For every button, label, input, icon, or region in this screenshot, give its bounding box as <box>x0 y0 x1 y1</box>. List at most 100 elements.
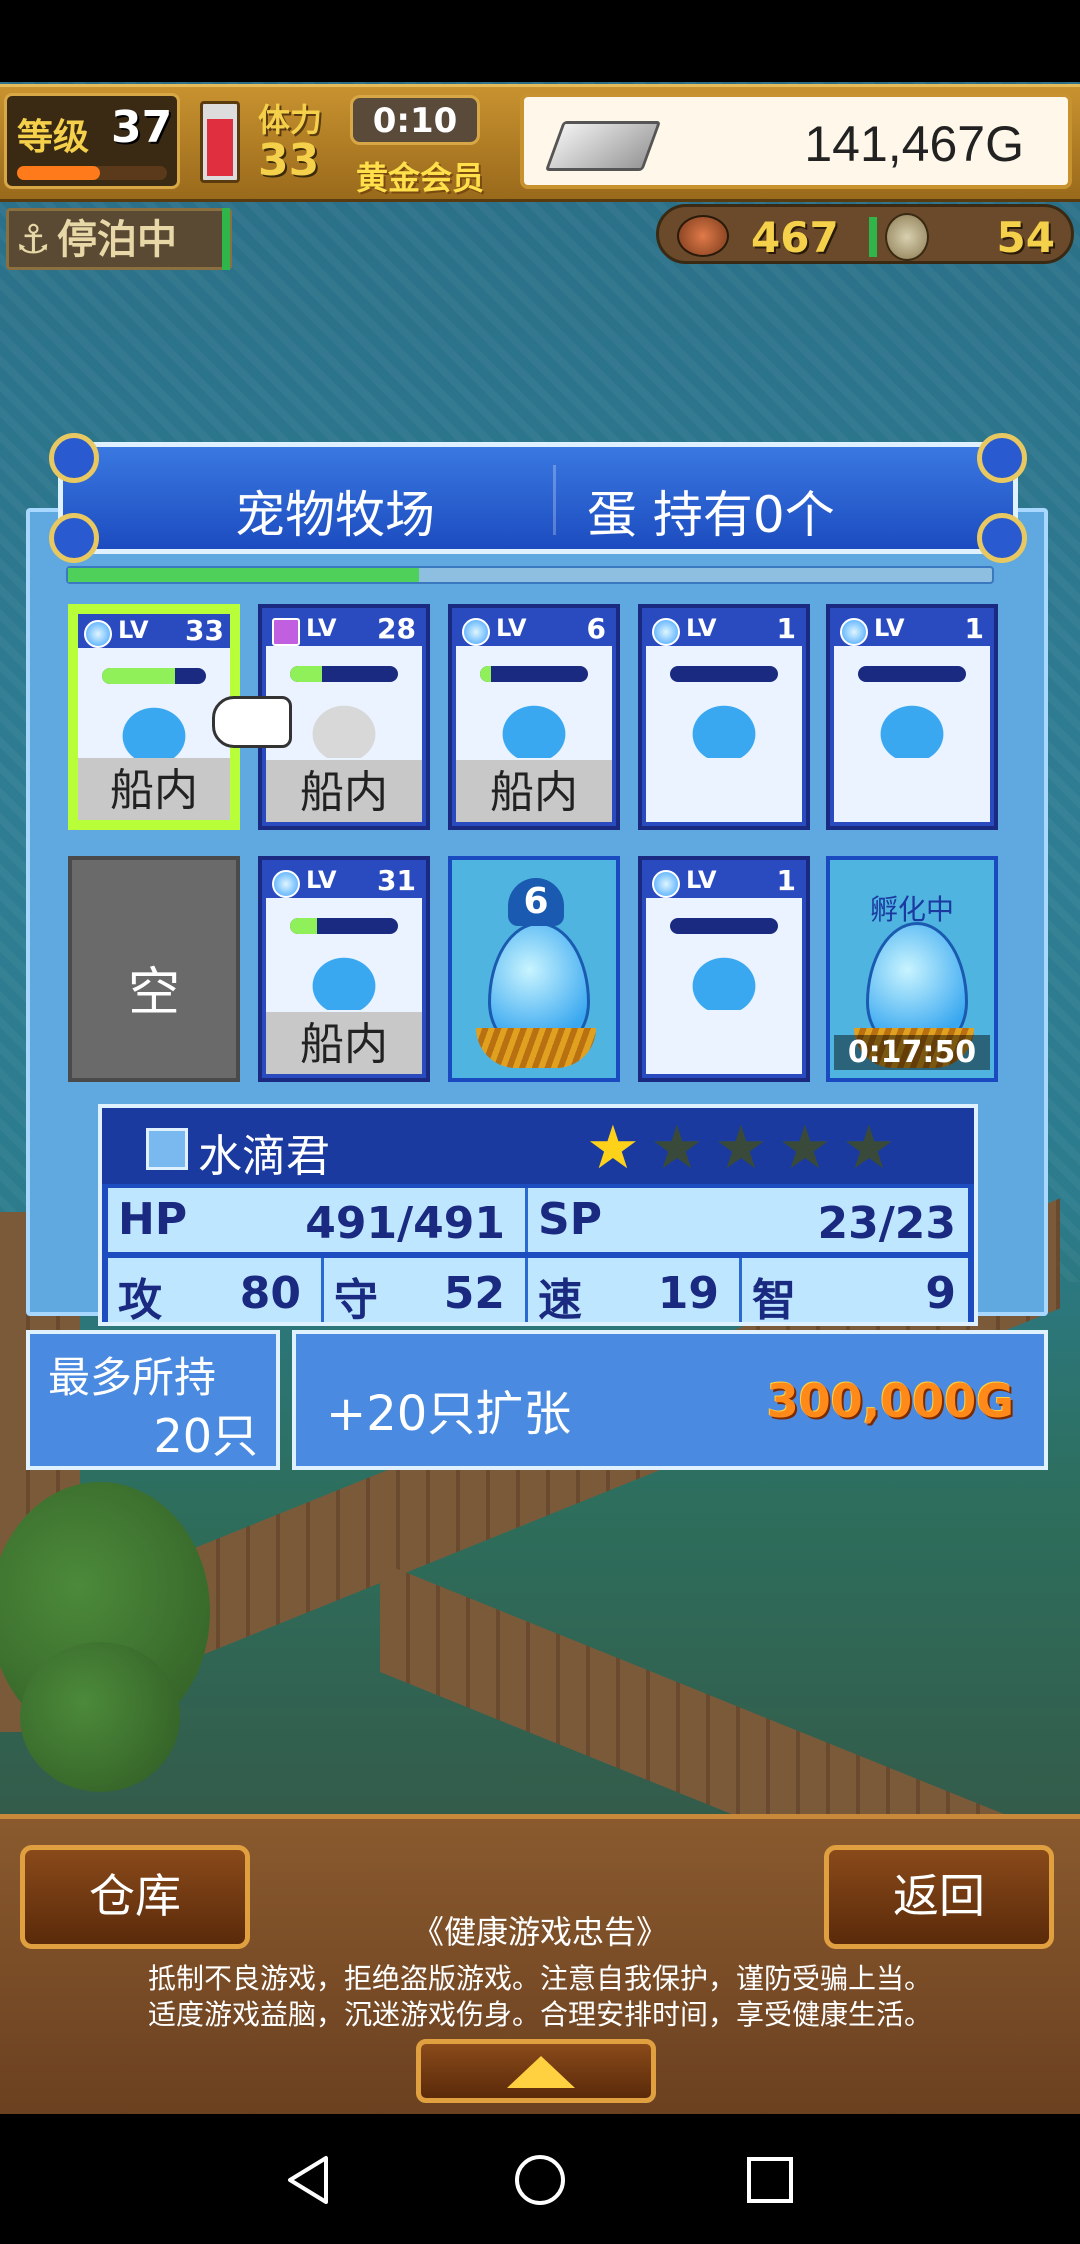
level-label: LV <box>496 614 527 642</box>
gold-counter[interactable]: 141,467G <box>520 93 1072 189</box>
pet-sprite-icon <box>494 698 574 758</box>
spd-label: 速 <box>538 1275 582 1326</box>
expand-capacity-button[interactable]: +20只扩张 300,000G <box>292 1330 1048 1470</box>
pet-hp-bar <box>290 918 398 934</box>
level-label: LV <box>686 866 717 894</box>
spd-stat: 速 19 <box>528 1258 742 1326</box>
level-label: LV <box>686 614 717 642</box>
health-advice-title: 《健康游戏忠告》 <box>411 1913 668 1951</box>
stat-row-hp-sp: HP 491/491 SP 23/23 <box>108 1188 968 1252</box>
def-stat: 守 52 <box>324 1258 528 1326</box>
max-capacity-label: 最多所持 <box>48 1353 217 1402</box>
pet-location-label: 船内 <box>456 760 612 822</box>
resource-divider <box>869 217 877 257</box>
atk-label: 攻 <box>118 1275 162 1326</box>
level-exp-bar <box>17 166 167 180</box>
meat-icon <box>677 215 729 257</box>
pet-hp-bar <box>290 666 398 682</box>
back-triangle-icon[interactable] <box>280 2150 340 2210</box>
stat-row-attributes: 攻 80 守 52 速 19 智 9 <box>108 1258 968 1326</box>
gold-member-badge[interactable]: 黄金会员 <box>356 153 484 199</box>
system-navigation-bar <box>0 2114 1080 2244</box>
hatching-label: 孵化中 <box>869 893 954 926</box>
pet-sprite-icon <box>684 698 764 758</box>
slot-header: LV 6 <box>456 612 612 646</box>
sp-stat: SP 23/23 <box>528 1188 976 1252</box>
expand-price: 300,000G <box>766 1374 1014 1428</box>
pet-level-value: 28 <box>377 612 416 645</box>
resource-counter: 467 54 <box>656 204 1074 264</box>
anchor-status-badge: ⚓ 停泊中 <box>6 208 232 270</box>
expand-menu-button[interactable] <box>416 2039 656 2103</box>
water-element-icon <box>652 618 680 646</box>
pet-sprite-icon <box>872 698 952 758</box>
player-level-box: 等级 37 <box>4 93 180 189</box>
pet-level-value: 1 <box>776 864 796 897</box>
slot-header: LV 1 <box>834 612 990 646</box>
health-advice-line-2: 适度游戏益脑，沉迷游戏伤身。合理安排时间，享受健康生活。 <box>147 1998 932 2031</box>
pet-name: 水滴君 <box>198 1131 330 1182</box>
pet-level-value: 31 <box>377 864 416 897</box>
stamina-gauge <box>200 101 240 183</box>
ranch-title: 宠物牧场 <box>235 486 435 544</box>
hp-value: 491/491 <box>305 1198 505 1249</box>
pet-slot-hatching[interactable]: 孵化中 0:17:50 <box>826 856 998 1082</box>
pointer-hand-icon <box>212 696 292 748</box>
hp-label: HP <box>118 1194 188 1245</box>
gold-value: 141,467G <box>804 116 1024 172</box>
anchor-icon: ⚓ <box>15 217 51 263</box>
pet-hp-bar <box>858 666 966 682</box>
sp-label: SP <box>538 1194 602 1245</box>
home-circle-icon[interactable] <box>510 2150 570 2210</box>
pet-slot-egg[interactable]: 6 <box>448 856 620 1082</box>
int-value: 9 <box>925 1268 956 1319</box>
slot-header: LV 28 <box>266 612 422 646</box>
pet-sprite-icon <box>114 700 194 760</box>
level-label: LV <box>306 614 337 642</box>
int-label: 智 <box>752 1275 796 1326</box>
water-element-icon <box>462 618 490 646</box>
pet-slot[interactable]: LV 6 船内 <box>448 604 620 830</box>
int-stat: 智 9 <box>742 1258 976 1326</box>
level-label: 等级 <box>17 117 90 158</box>
pet-hp-bar <box>670 918 778 934</box>
corner-ornament-icon <box>49 513 99 563</box>
max-capacity-value: 20只 <box>153 1409 258 1463</box>
health-advice-line-1: 抵制不良游戏，拒绝盗版游戏。注意自我保护，谨防受骗上当。 <box>147 1962 932 1995</box>
expand-label: +20只扩张 <box>326 1386 572 1442</box>
corner-ornament-icon <box>977 513 1027 563</box>
water-element-icon <box>272 870 300 898</box>
coin-value: 54 <box>996 213 1055 262</box>
nest-icon <box>476 1028 596 1068</box>
pet-hp-bar <box>480 666 588 682</box>
pet-level-value: 6 <box>586 612 606 645</box>
bottom-bar: 仓库 返回 《健康游戏忠告》 抵制不良游戏，拒绝盗版游戏。注意自我保护，谨防受骗… <box>0 1814 1080 2119</box>
pet-level-value: 33 <box>185 614 224 647</box>
pet-level-value: 1 <box>776 612 796 645</box>
medal-coin-icon <box>885 213 929 261</box>
pet-level-value: 1 <box>964 612 984 645</box>
anchor-status-label: 停泊中 <box>57 217 177 263</box>
tree <box>20 1642 180 1792</box>
star-empty-icon: ★ <box>778 1113 832 1183</box>
slot-header: LV 1 <box>646 864 802 898</box>
slot-header: LV 33 <box>78 614 230 648</box>
meat-value: 467 <box>751 213 839 262</box>
pet-slot[interactable]: LV 1 <box>638 856 810 1082</box>
def-value: 52 <box>443 1268 505 1319</box>
water-element-icon <box>146 1128 188 1170</box>
pet-name-row: 水滴君 ★ ★ ★ ★ ★ <box>102 1108 974 1184</box>
pet-slot-empty[interactable]: 空 <box>68 856 240 1082</box>
pet-slot[interactable]: LV 31 船内 <box>258 856 430 1082</box>
star-empty-icon: ★ <box>714 1113 768 1183</box>
recents-square-icon[interactable] <box>740 2150 800 2210</box>
atk-value: 80 <box>239 1268 301 1319</box>
anchor-status-bar <box>222 208 230 270</box>
pet-slot[interactable]: LV 1 <box>826 604 998 830</box>
star-filled-icon: ★ <box>586 1113 640 1183</box>
def-label: 守 <box>334 1275 378 1326</box>
pet-location-label: 船内 <box>78 758 230 820</box>
egg-count-badge: 6 <box>508 878 564 926</box>
pet-slot[interactable]: LV 1 <box>638 604 810 830</box>
page-scroll-bar[interactable] <box>66 566 994 584</box>
